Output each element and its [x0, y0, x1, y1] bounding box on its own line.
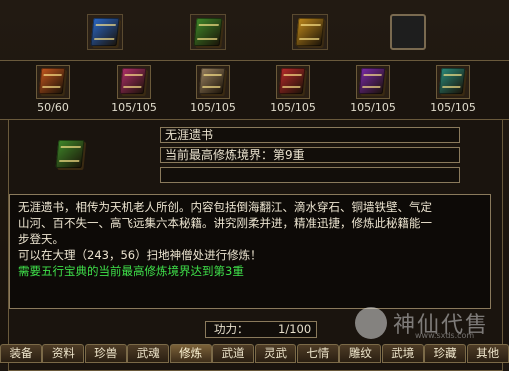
- book-icon: [119, 68, 147, 94]
- top-slot-1[interactable]: [87, 14, 123, 50]
- top-slot-3[interactable]: [292, 14, 328, 50]
- skill-book-row: 50/60 105/105 105/105 105/105 105/105 10…: [0, 60, 509, 120]
- watermark-url: www.sxds.com: [415, 331, 475, 340]
- skill-slot-6[interactable]: [436, 65, 470, 99]
- skill-count: 105/105: [111, 101, 157, 114]
- location-line: 可以在大理（243，56）扫地神僧处进行修炼！: [18, 248, 262, 262]
- skill-name-field: 无涯遗书: [160, 127, 460, 143]
- tab-martial-realm[interactable]: 武境: [381, 344, 424, 363]
- cultivation-panel: 50/60 105/105 105/105 105/105 105/105 10…: [0, 0, 509, 371]
- skill-slot-2[interactable]: [117, 65, 151, 99]
- tab-cultivation[interactable]: 修炼: [169, 344, 212, 363]
- book-icon: [278, 68, 306, 94]
- skill-slot-5[interactable]: [356, 65, 390, 99]
- watermark-logo: 神仙代售 www.sxds.com: [355, 305, 505, 345]
- tab-martial-soul[interactable]: 武魂: [127, 344, 170, 363]
- book-icon: [38, 68, 66, 94]
- book-icon: [55, 140, 85, 168]
- top-slot-empty[interactable]: [390, 14, 426, 50]
- tab-martial-path[interactable]: 武道: [212, 344, 255, 363]
- skill-count: 105/105: [430, 101, 476, 114]
- tab-profile[interactable]: 资料: [42, 344, 85, 363]
- tab-other[interactable]: 其他: [466, 344, 509, 363]
- book-icon: [198, 68, 226, 94]
- book-icon: [295, 18, 325, 46]
- skill-count: 105/105: [350, 101, 396, 114]
- skill-count: 105/105: [190, 101, 236, 114]
- tab-collection[interactable]: 珍藏: [424, 344, 467, 363]
- bottom-tab-bar: 装备 资料 珍兽 武魂 修炼 武道 灵武 七情 雕纹 武境 珍藏 其他: [0, 344, 509, 364]
- skill-slot-1[interactable]: [36, 65, 70, 99]
- skill-count: 105/105: [270, 101, 316, 114]
- tab-emotions[interactable]: 七情: [296, 344, 339, 363]
- skill-slot-4[interactable]: [276, 65, 310, 99]
- tab-engraving[interactable]: 雕纹: [339, 344, 382, 363]
- book-icon: [358, 68, 386, 94]
- tab-equipment[interactable]: 装备: [0, 344, 42, 363]
- tab-pets[interactable]: 珍兽: [84, 344, 127, 363]
- book-icon: [90, 18, 120, 46]
- selected-skill-slot[interactable]: [55, 138, 85, 170]
- power-value: 1/100: [278, 322, 312, 336]
- description-box: 无涯遗书，相传为天机老人所创。内容包括倒海翻江、滴水穿石、铜墙铁壁、气定 山河、…: [9, 194, 491, 309]
- power-label: 功力：: [214, 322, 249, 336]
- skill-count: 50/60: [37, 101, 69, 114]
- description-line: 无涯遗书，相传为天机老人所创。内容包括倒海翻江、滴水穿石、铜墙铁壁、气定: [18, 200, 432, 214]
- description-line: 山河、百不失一、高飞远集六本秘籍。讲究刚柔并进，精准迅捷，修炼此秘籍能一: [18, 216, 432, 230]
- mascot-icon: [355, 307, 387, 339]
- skill-slot-3[interactable]: [196, 65, 230, 99]
- power-field: 功力： 1/100: [205, 321, 317, 338]
- realm-field: 当前最高修炼境界：第9重: [160, 147, 460, 163]
- extra-field: [160, 167, 460, 183]
- book-icon: [438, 68, 466, 94]
- requirement-line: 需要五行宝典的当前最高修炼境界达到第3重: [18, 264, 244, 278]
- book-icon: [193, 18, 223, 46]
- description-line: 步登天。: [18, 232, 64, 246]
- top-slot-2[interactable]: [190, 14, 226, 50]
- tab-spirit-weapon[interactable]: 灵武: [254, 344, 297, 363]
